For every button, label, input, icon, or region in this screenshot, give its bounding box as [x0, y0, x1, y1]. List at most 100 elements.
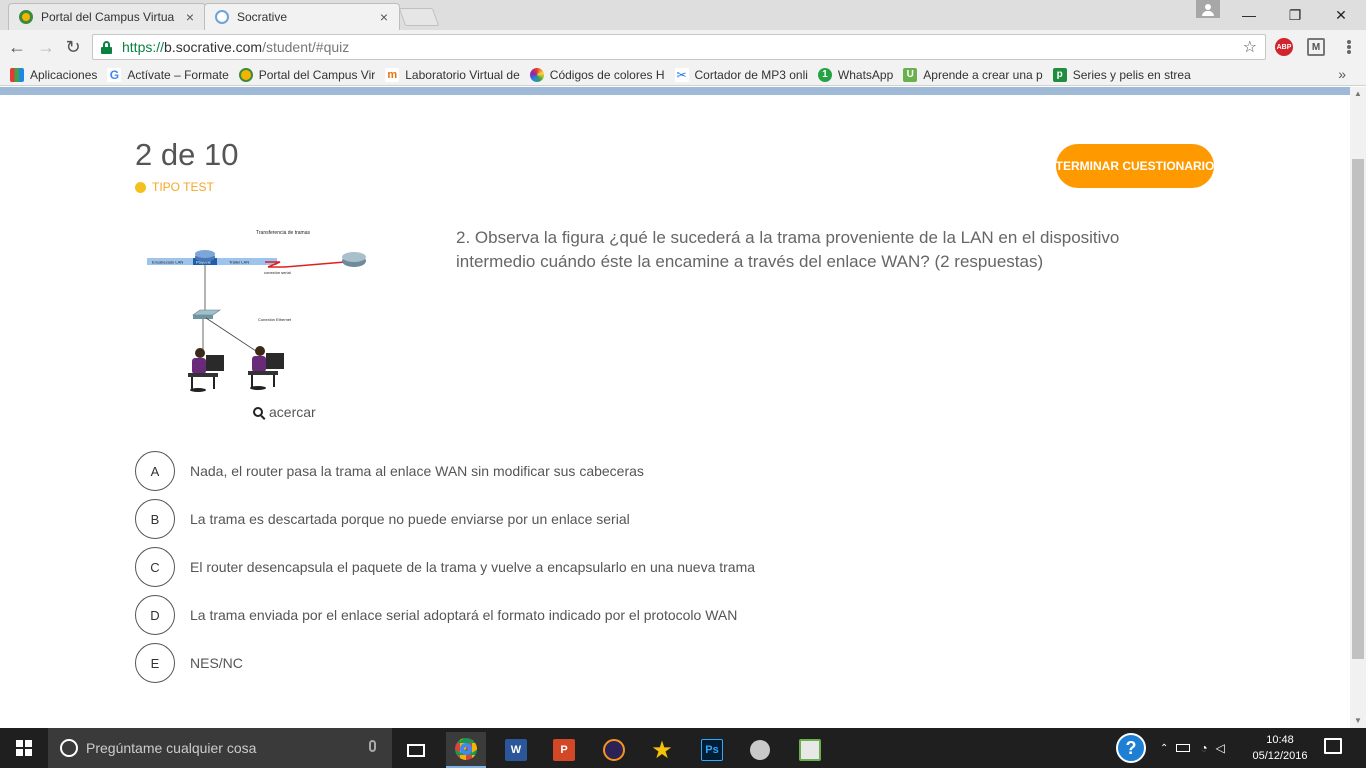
scroll-down-icon[interactable]: ▼ [1350, 714, 1366, 728]
tab-socrative[interactable]: Socrative × [204, 3, 400, 30]
answer-letter[interactable]: D [135, 595, 175, 635]
answer-option-d[interactable]: D La trama enviada por el enlace serial … [135, 595, 1035, 635]
bookmark-label: WhatsApp [837, 67, 894, 82]
browser-toolbar: ← → ↻ https:// b.socrative.com /student/… [0, 30, 1366, 64]
answer-option-a[interactable]: A Nada, el router pasa la trama al enlac… [135, 451, 1035, 491]
socrative-favicon-icon [215, 10, 229, 24]
close-window-button[interactable]: ✕ [1318, 0, 1364, 30]
wifi-icon[interactable]: ◔ [1200, 741, 1207, 755]
bookmark-colors[interactable]: Códigos de colores H [529, 67, 665, 82]
paint-app-taskbar-icon[interactable] [740, 732, 780, 768]
address-bar[interactable]: https:// b.socrative.com /student/#quiz … [92, 34, 1266, 60]
diagram-title: Transferencia de tramas [256, 230, 311, 236]
question-counter: 2 de 10 [135, 137, 239, 172]
ethernet-label: Conexión Ethernet [258, 317, 292, 322]
bookmark-star-icon[interactable]: ☆ [1243, 37, 1257, 57]
zoom-link[interactable]: acercar [253, 404, 316, 420]
finish-quiz-button[interactable]: TERMINAR CUESTIONARIO [1056, 144, 1214, 188]
network-diagram-image[interactable]: Transferencia de tramas Encabezado LAN P… [140, 223, 380, 401]
bookmark-label: Códigos de colores H [549, 67, 665, 82]
question-type-label: TIPO TEST [152, 180, 214, 194]
minimize-button[interactable]: — [1226, 0, 1272, 30]
pc-user-2-icon [248, 346, 284, 390]
bookmark-series[interactable]: p Series y pelis en strea [1052, 67, 1191, 82]
color-wheel-icon [529, 67, 544, 82]
answer-option-c[interactable]: C El router desencapsula el paquete de l… [135, 547, 1035, 587]
notifications-icon[interactable] [1324, 738, 1342, 754]
eclipse-taskbar-icon[interactable] [594, 732, 634, 768]
p-icon: p [1052, 67, 1067, 82]
bookmark-lab[interactable]: m Laboratorio Virtual de [385, 67, 520, 82]
powerpoint-taskbar-icon[interactable]: P [544, 732, 584, 768]
reload-icon[interactable]: ↻ [62, 36, 84, 58]
bookmark-activate[interactable]: G Actívate – Formate [107, 67, 229, 82]
answer-option-b[interactable]: B La trama es descartada porque no puede… [135, 499, 1035, 539]
answer-text[interactable]: NES/NC [190, 655, 243, 671]
question-text: 2. Observa la figura ¿qué le sucederá a … [456, 228, 1120, 271]
answer-letter[interactable]: E [135, 643, 175, 683]
scissors-icon: ✂ [674, 67, 689, 82]
battery-icon[interactable] [1176, 744, 1191, 752]
bookmark-whatsapp[interactable]: 1 WhatsApp [817, 67, 894, 82]
lab-icon: m [385, 67, 400, 82]
word-taskbar-icon[interactable]: W [496, 732, 536, 768]
chrome-taskbar-icon[interactable] [446, 732, 486, 768]
answer-text[interactable]: Nada, el router pasa la trama al enlace … [190, 463, 644, 479]
page-scrollbar[interactable]: ▲ ▼ [1350, 87, 1366, 728]
bookmark-campus[interactable]: Portal del Campus Vir [238, 67, 375, 82]
answer-letter[interactable]: C [135, 547, 175, 587]
bookmark-mp3[interactable]: ✂ Cortador de MP3 onli [674, 67, 808, 82]
answer-text[interactable]: El router desencapsula el paquete de la … [190, 559, 755, 575]
microphone-icon[interactable] [369, 740, 376, 752]
start-button[interactable] [0, 728, 48, 768]
lock-icon [101, 40, 112, 54]
forward-arrow-icon[interactable]: → [35, 36, 57, 58]
bookmark-apps[interactable]: Aplicaciones [10, 67, 97, 82]
m-extension-icon[interactable]: M [1307, 38, 1325, 56]
tab-campus[interactable]: Portal del Campus Virtua × [8, 3, 206, 30]
adblock-extension-icon[interactable]: ABP [1275, 38, 1293, 56]
bookmark-label: Cortador de MP3 onli [694, 67, 808, 82]
google-icon: G [107, 67, 122, 82]
lan-header-label: Encabezado LAN [152, 260, 183, 265]
cortana-search-box[interactable]: Pregúntame cualquier cosa [48, 728, 392, 768]
new-tab-button[interactable] [398, 8, 440, 26]
task-view-icon[interactable] [396, 732, 436, 768]
star-app-taskbar-icon[interactable]: ★ [642, 732, 682, 768]
word-letter: W [505, 739, 527, 761]
url-path: /student/#quiz [262, 39, 350, 55]
photoshop-taskbar-icon[interactable]: Ps [692, 732, 732, 768]
bookmark-label: Laboratorio Virtual de [405, 67, 520, 82]
tab-label: Socrative [237, 10, 288, 24]
tab-close-icon[interactable]: × [183, 9, 197, 25]
volume-icon[interactable]: ◁ [1216, 741, 1225, 755]
restore-button[interactable]: ❐ [1272, 0, 1318, 30]
answer-letter[interactable]: A [135, 451, 175, 491]
scroll-up-icon[interactable]: ▲ [1350, 87, 1366, 101]
answer-option-e[interactable]: E NES/NC [135, 643, 1035, 683]
scrollbar-thumb[interactable] [1352, 159, 1364, 659]
apps-grid-icon [10, 67, 24, 82]
powerpoint-letter: P [553, 739, 575, 761]
answer-letter[interactable]: B [135, 499, 175, 539]
tray-expand-icon[interactable]: ⌃ [1160, 743, 1168, 754]
bookmark-label: Aprende a crear una p [923, 67, 1043, 82]
router-right-top [342, 252, 366, 262]
bookmark-label: Series y pelis en strea [1072, 67, 1191, 82]
lan-trailer-label: Tráiler LAN [229, 260, 249, 265]
answer-text[interactable]: La trama es descartada porque no puede e… [190, 511, 630, 527]
search-placeholder: Pregúntame cualquier cosa [86, 740, 257, 756]
profile-icon[interactable] [1196, 0, 1220, 18]
bookmarks-more-icon[interactable]: » [1338, 66, 1346, 82]
notepad-app-taskbar-icon[interactable] [790, 732, 830, 768]
back-arrow-icon[interactable]: ← [6, 36, 28, 58]
zoom-label: acercar [269, 404, 316, 420]
system-tray: ⌃ ◔ ◁ [1152, 728, 1225, 768]
taskbar-clock[interactable]: 10:48 05/12/2016 [1250, 732, 1310, 764]
answer-text[interactable]: La trama enviada por el enlace serial ad… [190, 607, 737, 623]
pc-user-1-icon [188, 348, 224, 392]
browser-menu-icon[interactable] [1340, 38, 1358, 56]
bookmark-aprende[interactable]: U Aprende a crear una p [903, 67, 1043, 82]
help-icon[interactable]: ? [1116, 733, 1146, 763]
tab-close-icon[interactable]: × [377, 9, 391, 25]
